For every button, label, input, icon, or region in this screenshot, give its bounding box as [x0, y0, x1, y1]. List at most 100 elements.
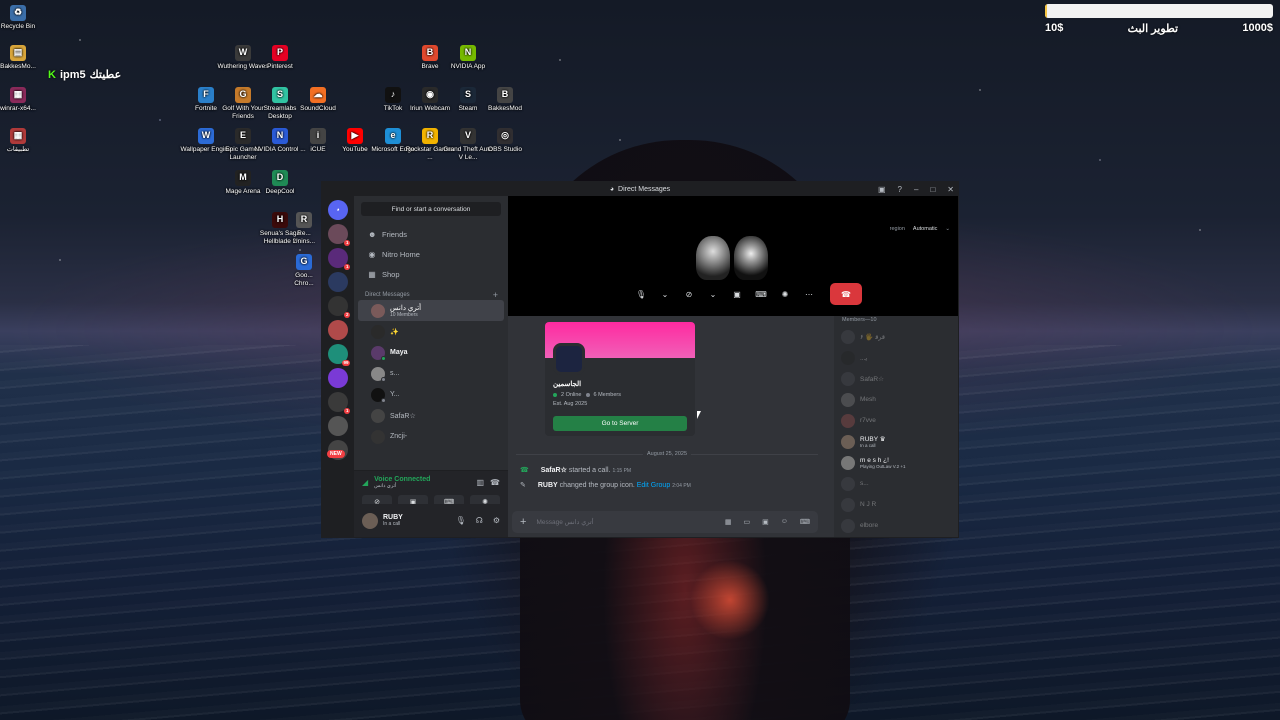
dm-item[interactable]: s... [358, 363, 504, 384]
camera-button[interactable]: ⊘ [680, 286, 698, 302]
disconnect-icon[interactable]: ☎ [490, 478, 500, 487]
avatar [841, 455, 855, 470]
message-composer: + Message أتري دانس ▦ ▭ ▣ ☺ ⌨ [512, 511, 818, 533]
nav-nitro-home[interactable]: ◉ Nitro Home [354, 244, 508, 264]
server-icon[interactable]: 1 [328, 248, 350, 270]
soundboard-button[interactable]: ✺ [776, 286, 794, 302]
dm-item[interactable]: ✨ [358, 321, 504, 342]
member-item[interactable]: N J R [834, 494, 958, 515]
server-list: ◕ 1 1 2 99 1 NEW [322, 196, 354, 537]
emoji-icon[interactable]: ☺ [781, 518, 788, 526]
desktop-icon[interactable]: R Re... Unins... [286, 212, 322, 245]
window-title: Direct Messages [618, 185, 671, 193]
member-item[interactable]: Mesh [834, 389, 958, 410]
desktop-icon[interactable]: G Goo... Chro... [286, 254, 322, 287]
mic-options-button[interactable]: ⌄ [656, 286, 674, 302]
dm-item[interactable]: Y... [358, 384, 504, 405]
avatar[interactable] [362, 512, 378, 529]
noise-suppression-icon[interactable]: ▥ [476, 478, 484, 487]
maximize-button[interactable]: □ [930, 185, 935, 194]
mouse-cursor [697, 411, 701, 419]
desktop-icon[interactable]: N NVIDIA App [441, 45, 495, 71]
desktop-icon[interactable]: B BakkesMod [478, 87, 532, 113]
nitro-server-icon[interactable] [328, 368, 348, 388]
desktop-icon[interactable]: ▦ winrar-x64... [0, 87, 45, 113]
more-button[interactable]: ⋯ [800, 286, 818, 302]
desktop-icon[interactable]: ♻ Recycle Bin [0, 5, 45, 31]
chrome-icon: G [296, 254, 312, 270]
shop-icon: ▦ [368, 269, 376, 279]
nitro-icon: ◉ [368, 249, 376, 259]
participant-avatar[interactable] [734, 236, 768, 280]
create-dm-button[interactable]: + [493, 290, 498, 300]
activity-button[interactable]: ⌨ [752, 286, 770, 302]
find-conversation-button[interactable]: Find or start a conversation [361, 202, 501, 216]
member-item[interactable]: m e s h ¿! Playing OutLaw V.2 +1 [834, 452, 958, 473]
microphone-icon[interactable]: 🎙 [456, 516, 466, 525]
member-item[interactable]: RUBY ♛ In a call [834, 431, 958, 452]
sticker-icon[interactable]: ▣ [762, 518, 769, 526]
webcam-icon: ◉ [422, 87, 438, 103]
server-icon[interactable]: 2 [328, 296, 350, 318]
gif-icon[interactable]: ▭ [743, 518, 750, 526]
dm-item[interactable]: Zncji- [358, 426, 504, 447]
region-selector[interactable]: region Automatic ⌄ [890, 226, 950, 232]
member-item[interactable]: s... [834, 473, 958, 494]
message-input[interactable]: Message أتري دانس [536, 518, 593, 526]
desktop-icon[interactable]: ◎ OBS Studio [478, 128, 532, 154]
gear-icon[interactable]: ⚙ [493, 516, 500, 525]
member-item[interactable]: ...ﻳ [834, 347, 958, 368]
screen-share-button[interactable]: ▣ [728, 286, 746, 302]
desktop-icon[interactable]: ▦ تطبيقات [0, 128, 45, 154]
server-icon[interactable]: 99 [328, 344, 350, 366]
plus-icon[interactable]: + [520, 516, 526, 528]
desktop-icon[interactable]: ☁ SoundCloud [291, 87, 345, 113]
server-icon[interactable] [328, 320, 348, 340]
server-icon[interactable]: 1 [328, 224, 350, 246]
home-button[interactable]: ◕ [328, 200, 348, 220]
minimize-button[interactable]: – [914, 185, 918, 194]
server-icon[interactable] [328, 272, 348, 292]
desktop-icon[interactable]: D DeepCool [253, 170, 307, 196]
discord-logo-icon: ◕ [609, 185, 615, 193]
dm-item[interactable]: Maya [358, 342, 504, 363]
gta-icon: V [460, 128, 476, 144]
youtube-icon: ▶ [347, 128, 363, 144]
avatar [841, 434, 855, 449]
headphones-icon[interactable]: ☊ [476, 516, 483, 525]
avatar [841, 392, 855, 407]
close-button[interactable]: ✕ [947, 185, 954, 194]
activity-icon[interactable]: ⌨ [800, 518, 810, 526]
mute-button[interactable]: 🎙 [632, 286, 650, 302]
member-item[interactable]: r7vve [834, 410, 958, 431]
gift-icon[interactable]: ▦ [725, 518, 732, 526]
mage-arena-icon: M [235, 170, 251, 186]
nav-shop[interactable]: ▦ Shop [354, 264, 508, 284]
member-item[interactable]: SafaR☆ [834, 368, 958, 389]
camera-options-button[interactable]: ⌄ [704, 286, 722, 302]
desktop-icon[interactable]: P Pinterest [253, 45, 307, 71]
member-item[interactable]: elbore [834, 515, 958, 536]
member-item[interactable]: ۶ 🖐 ﻗﺮﻗ [834, 326, 958, 347]
end-call-button[interactable]: ☎ [830, 283, 862, 305]
dm-item[interactable]: SafaR☆ [358, 405, 504, 426]
epic-games-icon: E [235, 128, 251, 144]
inbox-icon[interactable]: ▣ [878, 185, 886, 194]
phone-icon: ☎ [520, 467, 529, 474]
server-icon[interactable]: 1 [328, 392, 350, 414]
help-icon[interactable]: ? [898, 185, 902, 194]
members-header: Members—10 [842, 317, 877, 323]
goal-title: تطوير البث [1127, 23, 1179, 35]
server-icon[interactable] [328, 416, 348, 436]
nav-friends[interactable]: ☻ Friends [354, 224, 508, 244]
dm-item-group[interactable]: أتري دانس 10 Members [358, 300, 504, 321]
call-stage: region Automatic ⌄ 🎙 ⌄ ⊘ ⌄ ▣ ⌨ ✺ ⋯ ☎ [508, 196, 958, 316]
wallpaper-engine-icon: W [198, 128, 214, 144]
participant-avatar[interactable] [696, 236, 730, 280]
invite-server-name: الجاسمين [553, 381, 582, 388]
go-to-server-button[interactable]: Go to Server [553, 416, 687, 431]
desktop-icon[interactable]: ▤ BakkesMo... [0, 45, 45, 71]
dm-sidebar: Find or start a conversation ☻ Friends ◉ N… [354, 196, 508, 537]
system-message: ☎ SafaR☆ started a call. 1:15 PM [520, 467, 632, 474]
avatar [371, 366, 386, 382]
